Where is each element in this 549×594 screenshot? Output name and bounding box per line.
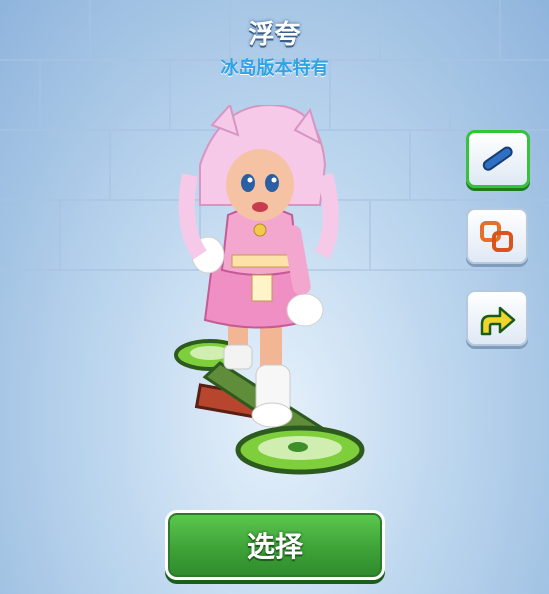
- hoverboard-icon: [482, 146, 513, 171]
- select-button[interactable]: 选择: [165, 510, 385, 580]
- combo-squares-icon: [480, 221, 513, 252]
- hoverboard-tab-button[interactable]: [466, 130, 530, 188]
- select-button-label: 选择: [246, 530, 303, 563]
- character-on-hoverboard-illustration: [174, 105, 365, 475]
- upgrade-arrow-icon: [480, 306, 516, 336]
- character-name-title: 浮夸: [248, 20, 301, 50]
- edition-exclusive-subtitle: 冰岛版本特有: [220, 58, 329, 79]
- upgrade-tab-button[interactable]: [466, 290, 528, 346]
- combo-tab-button[interactable]: [466, 208, 528, 264]
